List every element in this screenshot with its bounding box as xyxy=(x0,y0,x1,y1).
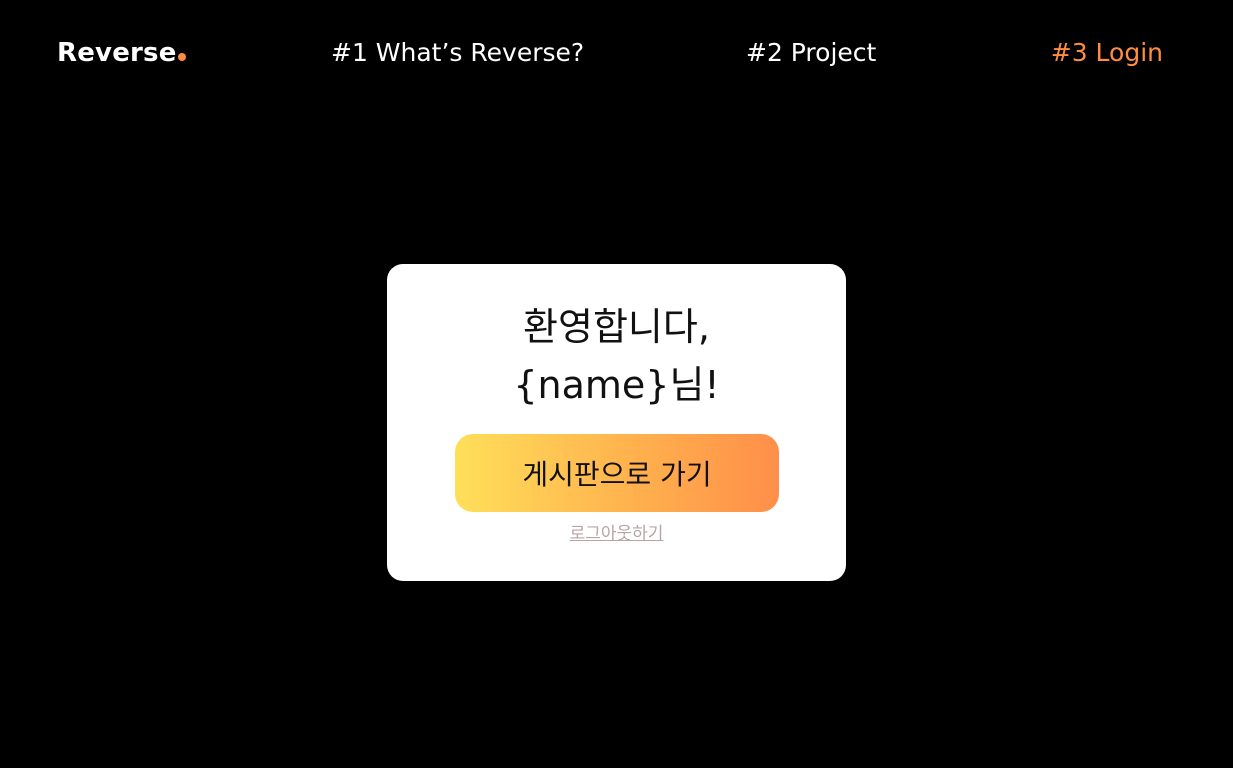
header: Reverse #1 What’s Reverse? #2 Project #3… xyxy=(0,0,1233,108)
nav-link-login[interactable]: #3 Login xyxy=(1051,36,1163,70)
nav-link-whats-reverse[interactable]: #1 What’s Reverse? xyxy=(331,36,584,70)
logo-text: Reverse xyxy=(57,38,177,68)
welcome-greeting: 환영합니다, xyxy=(523,305,710,349)
go-to-board-button[interactable]: 게시판으로 가기 xyxy=(455,434,779,512)
logo-dot-icon xyxy=(177,53,186,61)
welcome-message: 환영합니다, {name}님! xyxy=(387,298,846,414)
logo[interactable]: Reverse xyxy=(57,37,186,69)
nav-link-project[interactable]: #2 Project xyxy=(746,36,876,70)
logout-link[interactable]: 로그아웃하기 xyxy=(387,523,846,545)
welcome-username: {name}님! xyxy=(513,363,720,407)
welcome-card: 환영합니다, {name}님! 게시판으로 가기 로그아웃하기 xyxy=(387,264,846,581)
